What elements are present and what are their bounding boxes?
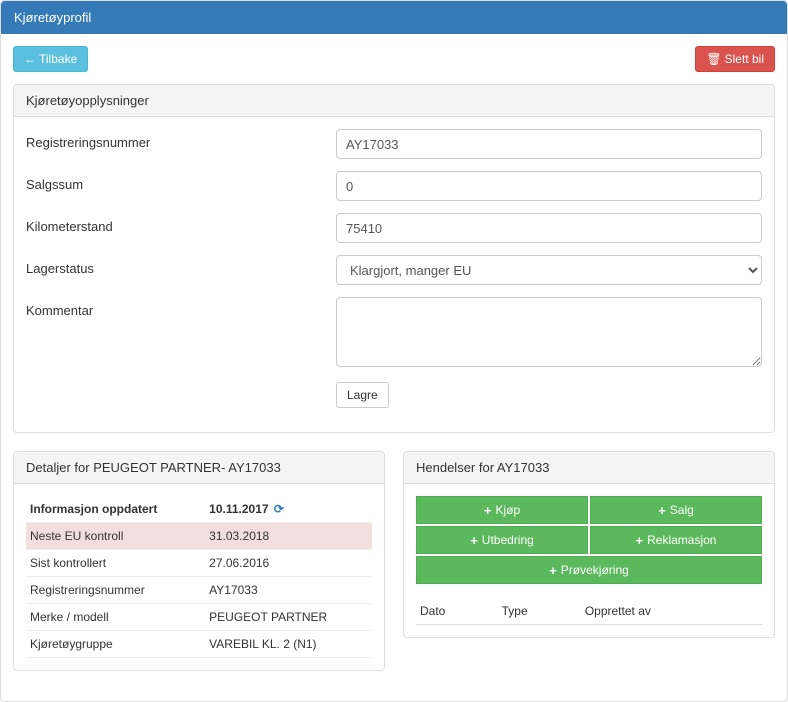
detail-label: Informasjon oppdatert [26,496,205,523]
detail-label: Neste EU kontroll [26,523,205,550]
table-row: Sist kontrollert 27.06.2016 [26,550,372,577]
arrow-left-icon: ← [24,52,36,66]
trash-icon: 🗑 [706,52,721,66]
save-button[interactable]: Lagre [336,382,389,408]
events-panel: Hendelser for AY17033 + Kjøp + Salg [403,451,775,638]
detail-label: Sist kontrollert [26,550,205,577]
detail-value: AY17033 [205,577,372,604]
reklamasjon-button[interactable]: + Reklamasjon [590,526,762,554]
delete-button[interactable]: 🗑Slett bil [695,46,775,72]
col-opprettet: Opprettet av [581,598,762,625]
vehicle-info-panel: Kjøretøyopplysninger Registreringsnummer… [13,84,775,433]
details-panel: Detaljer for PEUGEOT PARTNER- AY17033 In… [13,451,385,671]
table-row: Neste EU kontroll 31.03.2018 [26,523,372,550]
detail-value: 27.06.2016 [205,550,372,577]
detail-label: Kjøretøygruppe [26,631,205,658]
km-label: Kilometerstand [26,213,336,243]
km-input[interactable] [336,213,762,243]
detail-value: VAREBIL KL. 2 (N1) [205,631,372,658]
refresh-icon[interactable]: ⟳ [274,502,284,516]
plus-icon: + [549,564,557,577]
event-table-header: Dato Type Opprettet av [416,598,762,625]
provekjoring-button[interactable]: + Prøvekjøring [416,556,762,584]
back-button[interactable]: ←Tilbake [13,46,88,72]
kommentar-textarea[interactable] [336,297,762,367]
details-heading: Detaljer for PEUGEOT PARTNER- AY17033 [14,452,384,484]
kommentar-label: Kommentar [26,297,336,370]
kjop-button[interactable]: + Kjøp [416,496,588,524]
salg-button[interactable]: + Salg [590,496,762,524]
regnr-input[interactable] [336,129,762,159]
table-row: Merke / modell PEUGEOT PARTNER [26,604,372,631]
detail-label: Registreringsnummer [26,577,205,604]
plus-icon: + [636,534,644,547]
events-heading: Hendelser for AY17033 [404,452,774,484]
detail-value: 31.03.2018 [205,523,372,550]
plus-icon: + [484,504,492,517]
lagerstatus-label: Lagerstatus [26,255,336,285]
table-row: Kjøretøygruppe VAREBIL KL. 2 (N1) [26,631,372,658]
table-row: Informasjon oppdatert 10.11.2017 ⟳ [26,496,372,523]
lagerstatus-select[interactable]: Klargjort, manger EU [336,255,762,285]
table-row: Registreringsnummer AY17033 [26,577,372,604]
detail-label: Merke / modell [26,604,205,631]
col-type: Type [498,598,581,625]
regnr-label: Registreringsnummer [26,129,336,159]
salgssum-label: Salgssum [26,171,336,201]
detail-value: 10.11.2017 ⟳ [205,496,372,523]
salgssum-input[interactable] [336,171,762,201]
col-dato: Dato [416,598,498,625]
page-title: Kjøretøyprofil [1,1,787,34]
plus-icon: + [470,534,478,547]
plus-icon: + [658,504,666,517]
utbedring-button[interactable]: + Utbedring [416,526,588,554]
detail-value: PEUGEOT PARTNER [205,604,372,631]
vehicle-info-heading: Kjøretøyopplysninger [14,85,774,117]
